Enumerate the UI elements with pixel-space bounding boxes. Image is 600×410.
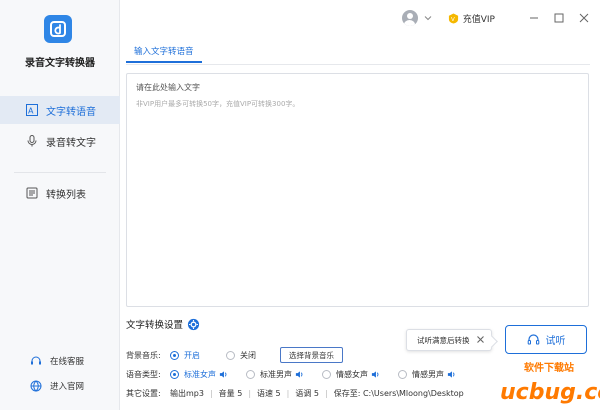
- speed-setting[interactable]: 语速 5: [257, 388, 281, 399]
- list-icon: [26, 187, 38, 199]
- minimize-icon[interactable]: [528, 12, 540, 24]
- chevron-down-icon[interactable]: [424, 14, 432, 22]
- vip-badge-icon: V: [448, 12, 458, 24]
- vip-label: 充值VIP: [462, 14, 495, 25]
- titlebar-controls: V 充值VIP: [401, 8, 590, 28]
- bgm-on-radio[interactable]: 开启: [170, 350, 200, 361]
- watermark-text: 软件下载站: [524, 361, 574, 374]
- svg-text:A: A: [28, 107, 34, 116]
- close-icon[interactable]: [578, 12, 590, 24]
- other-settings-row: 其它设置: 输出mp3 | 音量 5 | 语速 5 | 语调 5 | 保存至: …: [126, 388, 464, 399]
- watermark-logo: 软件下载站 ucbug.cc: [500, 361, 600, 405]
- speaker-icon[interactable]: [219, 370, 228, 379]
- settings-title-label: 文字转换设置: [126, 320, 184, 331]
- radio-label: 情感女声: [336, 370, 368, 379]
- bgm-setting-row: 背景音乐: 开启 关闭 选择背景音乐: [126, 347, 343, 363]
- radio-dot: [246, 370, 255, 379]
- volume-setting[interactable]: 音量 5: [219, 388, 243, 399]
- close-icon[interactable]: [476, 335, 485, 344]
- choose-bgm-button[interactable]: 选择背景音乐: [280, 347, 343, 363]
- bgm-off-radio[interactable]: 关闭: [226, 350, 256, 361]
- listen-tooltip: 试听满意后转换: [406, 329, 492, 351]
- sidebar-item-speech-to-text[interactable]: 录音转文字: [0, 127, 120, 155]
- sidebar-item-label: 文字转语音: [46, 106, 96, 118]
- vip-recharge-button[interactable]: V 充值VIP: [448, 12, 495, 25]
- output-format-setting[interactable]: 输出mp3: [170, 388, 204, 399]
- separator: |: [248, 389, 252, 398]
- globe-icon: [30, 380, 42, 392]
- voice-type-row: 语音类型: 标准女声 标准男声 情感女声 情感男声: [126, 369, 462, 380]
- radio-dot: [226, 350, 235, 360]
- separator: |: [325, 389, 328, 398]
- text-input-placeholder: 请在此处输入文字: [136, 83, 200, 92]
- sidebar: 录音文字转换器 A 文字转语音 录音转文字 转换列表 在线客服 进入官网: [0, 0, 120, 410]
- maximize-icon[interactable]: [553, 12, 565, 24]
- save-path-setting[interactable]: 保存至: C:\Users\Mloong\Desktop: [334, 388, 464, 399]
- tooltip-text: 试听满意后转换: [417, 335, 470, 345]
- pitch-setting[interactable]: 语调 5: [295, 388, 319, 399]
- tab-divider: [126, 64, 590, 65]
- sidebar-item-text-to-speech[interactable]: A 文字转语音: [0, 96, 120, 124]
- voice-standard-female-radio[interactable]: 标准女声: [170, 369, 228, 380]
- speaker-icon[interactable]: [371, 370, 380, 379]
- headphones-icon: [527, 334, 539, 345]
- radio-dot: [170, 370, 179, 379]
- bgm-label: 背景音乐:: [126, 350, 161, 360]
- text-limit-hint: 非VIP用户最多可转换50字，充值VIP可转换300字。: [136, 100, 300, 108]
- online-support-label: 在线客服: [50, 357, 85, 367]
- online-support-link[interactable]: 在线客服: [30, 355, 84, 367]
- voice-emotional-male-radio[interactable]: 情感男声: [398, 369, 456, 380]
- gear-icon[interactable]: [187, 318, 200, 331]
- watermark-brand: ucbug.cc: [500, 380, 600, 405]
- svg-text:V: V: [451, 16, 455, 22]
- radio-label: 关闭: [240, 350, 256, 360]
- radio-label: 标准男声: [260, 370, 292, 379]
- speaker-icon[interactable]: [295, 370, 304, 379]
- app-logo-icon: [44, 15, 72, 43]
- sidebar-divider: [14, 172, 106, 173]
- voice-emotional-female-radio[interactable]: 情感女声: [322, 369, 380, 380]
- speaker-icon[interactable]: [447, 370, 456, 379]
- radio-label: 情感男声: [412, 370, 444, 379]
- official-site-link[interactable]: 进入官网: [30, 380, 84, 392]
- headset-support-icon: [31, 356, 41, 365]
- tab-input-text-to-speech[interactable]: 输入文字转语音: [126, 43, 202, 63]
- other-settings-label: 其它设置:: [126, 389, 161, 398]
- app-name: 录音文字转换器: [25, 58, 95, 69]
- official-site-label: 进入官网: [50, 382, 85, 392]
- radio-label: 标准女声: [184, 370, 216, 379]
- text-to-speech-icon: A: [26, 104, 38, 116]
- listen-button[interactable]: 试听: [505, 325, 587, 354]
- radio-dot: [322, 370, 331, 379]
- radio-label: 开启: [184, 350, 200, 360]
- separator: |: [286, 389, 290, 398]
- sidebar-item-label: 录音转文字: [46, 137, 96, 149]
- voice-standard-male-radio[interactable]: 标准男声: [246, 369, 304, 380]
- separator: |: [209, 389, 213, 398]
- radio-dot: [398, 370, 407, 379]
- microphone-icon: [26, 135, 38, 147]
- listen-button-label: 试听: [545, 336, 566, 347]
- sidebar-item-conversion-list[interactable]: 转换列表: [0, 179, 120, 207]
- text-input-area[interactable]: 请在此处输入文字 非VIP用户最多可转换50字，充值VIP可转换300字。: [126, 73, 589, 307]
- radio-dot: [170, 350, 179, 360]
- settings-title: 文字转换设置: [126, 317, 200, 331]
- sidebar-item-label: 转换列表: [46, 189, 86, 201]
- voice-type-label: 语音类型:: [126, 370, 161, 379]
- user-avatar[interactable]: [401, 10, 418, 26]
